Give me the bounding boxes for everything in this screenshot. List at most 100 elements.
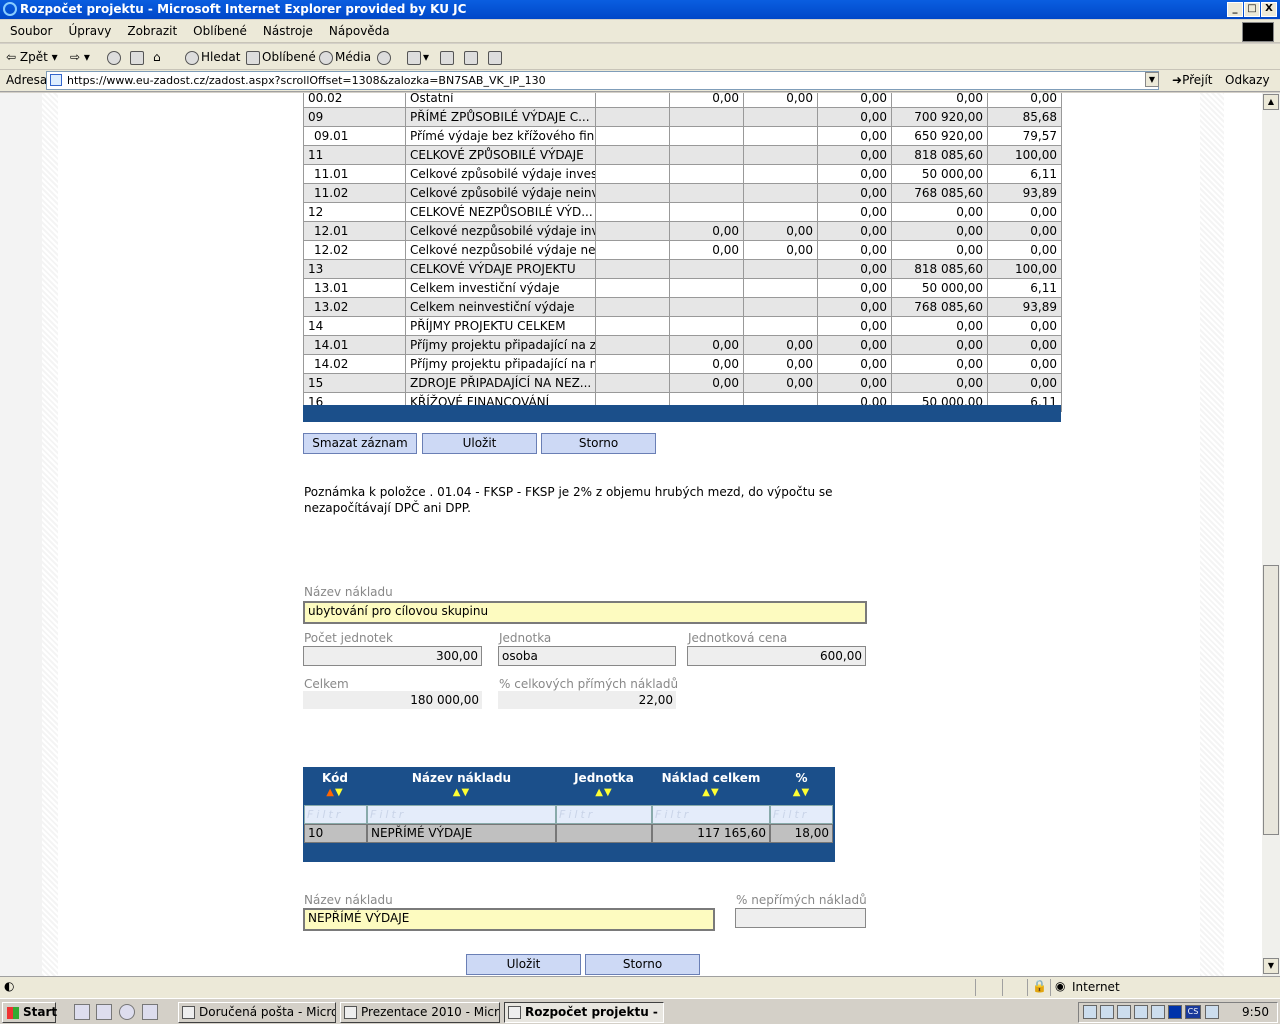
table-row[interactable]: 14.01 Příjmy projektu připadající na z...… <box>303 335 1062 355</box>
outlook-icon[interactable] <box>96 1004 112 1020</box>
table-row[interactable]: 13.02 Celkem neinvestiční výdaje 0,00 768 0… <box>303 297 1062 317</box>
maximize-button[interactable]: □ <box>1244 2 1260 17</box>
grid-header-pct[interactable]: % <box>770 771 833 785</box>
start-button[interactable]: Start <box>2 1002 57 1023</box>
mail-button[interactable]: ▾ <box>407 47 429 67</box>
grid-header-code[interactable]: Kód <box>303 771 367 785</box>
indirect-name-input[interactable]: NEPŘÍMÉ VÝDAJE <box>303 908 715 931</box>
table-row[interactable]: 11.01 Celkové způsobilé výdaje inves... 0,… <box>303 164 1062 184</box>
sort-arrows-icon[interactable]: ▲▼ <box>770 787 833 798</box>
grid-cell-total[interactable]: 117 165,60 <box>652 824 770 843</box>
favorites-button[interactable]: Oblíbené <box>246 47 316 67</box>
language-indicator[interactable]: CS <box>1185 1005 1201 1019</box>
stop-button[interactable] <box>107 47 123 67</box>
filter-pct-input[interactable]: Filtr <box>770 805 833 824</box>
delete-record-button[interactable]: Smazat záznam <box>303 433 417 454</box>
address-label: Adresa <box>6 73 48 87</box>
filter-code-input[interactable]: Filtr <box>304 805 367 824</box>
filter-total-input[interactable]: Filtr <box>652 805 770 824</box>
address-input[interactable]: https://www.eu-zadost.cz/zadost.aspx?scr… <box>46 71 1159 90</box>
grid-header-total[interactable]: Náklad celkem <box>652 771 770 785</box>
grid-cell-unit[interactable] <box>556 824 652 843</box>
tray-icon[interactable] <box>1151 1005 1165 1019</box>
menu-help[interactable]: Nápověda <box>321 20 398 43</box>
internet-explorer-icon[interactable] <box>119 1004 135 1020</box>
table-cell: 50 000,00 <box>891 278 988 298</box>
table-row[interactable]: 09 PŘÍMÉ ZPŮSOBILÉ VÝDAJE C... 0,00 700 920… <box>303 107 1062 127</box>
grid-cell-code[interactable]: 10 <box>304 824 367 843</box>
table-row[interactable]: 09.01 Přímé výdaje bez křížového fina... 0… <box>303 126 1062 146</box>
grid-header-unit[interactable]: Jednotka <box>556 771 652 785</box>
scroll-thumb[interactable] <box>1263 565 1279 835</box>
vertical-scrollbar[interactable]: ▲ ▼ <box>1262 93 1280 976</box>
go-button[interactable]: ➜Přejít <box>1172 73 1213 87</box>
table-row[interactable]: 13.01 Celkem investiční výdaje 0,00 50 000,… <box>303 278 1062 298</box>
address-dropdown-icon[interactable]: ▼ <box>1145 72 1159 87</box>
scroll-up-icon[interactable]: ▲ <box>1263 94 1279 110</box>
quick-launch-icon[interactable] <box>142 1004 158 1020</box>
menu-tools[interactable]: Nástroje <box>255 20 321 43</box>
history-button[interactable] <box>377 47 393 67</box>
menu-favorites[interactable]: Oblíbené <box>185 20 255 43</box>
table-row[interactable]: 13 CELKOVÉ VÝDAJE PROJEKTU 0,00 818 085,60 1… <box>303 259 1062 279</box>
units-count-input[interactable]: 300,00 <box>303 646 482 666</box>
table-row[interactable]: 15 ZDROJE PŘIPADAJÍCÍ NA NEZ... 0,00 0,00 0,… <box>303 373 1062 393</box>
table-cell: 0,00 <box>987 354 1062 374</box>
tray-icon[interactable] <box>1100 1005 1114 1019</box>
tray-icon[interactable] <box>1083 1005 1097 1019</box>
sort-arrows-icon[interactable]: ▲▼ <box>556 787 652 798</box>
menu-file[interactable]: Soubor <box>2 20 60 43</box>
table-row[interactable]: 14 PŘÍJMY PROJEKTU CELKEM 0,00 0,00 0,00 <box>303 316 1062 336</box>
print-button[interactable] <box>440 47 456 67</box>
task-ie-budget[interactable]: Rozpočet projektu - M... <box>504 1002 664 1023</box>
search-button[interactable]: Hledat <box>185 47 240 67</box>
filter-unit-input[interactable]: Filtr <box>556 805 652 824</box>
table-cell <box>743 278 818 298</box>
cancel-indirect-button[interactable]: Storno <box>585 954 700 975</box>
forward-button[interactable]: ⇨ ▾ <box>70 47 90 67</box>
table-row[interactable]: 11.02 Celkové způsobilé výdaje neinv... 0,… <box>303 183 1062 203</box>
cost-name-input[interactable]: ubytování pro cílovou skupinu <box>303 601 867 624</box>
home-button[interactable]: ⌂ <box>153 47 161 67</box>
units-count-label: Počet jednotek <box>304 631 393 645</box>
show-desktop-icon[interactable] <box>74 1004 90 1020</box>
table-row[interactable]: 14.02 Příjmy projektu připadající na n...… <box>303 354 1062 374</box>
table-row[interactable]: 11 CELKOVÉ ZPŮSOBILÉ VÝDAJE 0,00 818 085,60… <box>303 145 1062 165</box>
sort-arrows-icon[interactable]: ▲▼ <box>652 787 770 798</box>
table-row[interactable]: 12.02 Celkové nezpůsobilé výdaje nei... 0,… <box>303 240 1062 260</box>
indirect-pct-input[interactable] <box>735 908 866 928</box>
table-row[interactable]: 12 CELKOVÉ NEZPŮSOBILÉ VÝD... 0,00 0,00 0,00 <box>303 202 1062 222</box>
media-button[interactable]: Média <box>319 47 371 67</box>
discuss-button[interactable] <box>488 47 504 67</box>
save-button[interactable]: Uložit <box>422 433 537 454</box>
table-cell: 0,00 <box>987 373 1062 393</box>
unit-price-input[interactable]: 600,00 <box>687 646 866 666</box>
cancel-button[interactable]: Storno <box>541 433 656 454</box>
filter-name-input[interactable]: Filtr <box>367 805 556 824</box>
play-icon[interactable] <box>1168 1005 1182 1019</box>
tray-icon[interactable] <box>1134 1005 1148 1019</box>
tray-icon[interactable] <box>1205 1005 1219 1019</box>
table-cell: CELKOVÉ VÝDAJE PROJEKTU <box>405 259 596 279</box>
tray-icon[interactable] <box>1117 1005 1131 1019</box>
scroll-down-icon[interactable]: ▼ <box>1263 958 1279 974</box>
back-button[interactable]: ⇦ Zpět ▾ <box>6 47 58 67</box>
table-row[interactable]: 12.01 Celkové nezpůsobilé výdaje inv... 0,… <box>303 221 1062 241</box>
menu-view[interactable]: Zobrazit <box>119 20 185 43</box>
links-button[interactable]: Odkazy <box>1225 73 1270 87</box>
table-cell: 0,00 <box>817 240 892 260</box>
sort-arrows-icon[interactable]: ▲▼ <box>303 787 367 798</box>
refresh-button[interactable] <box>130 47 146 67</box>
edit-button[interactable] <box>464 47 480 67</box>
menu-edit[interactable]: Úpravy <box>60 20 119 43</box>
minimize-button[interactable]: _ <box>1227 2 1243 17</box>
grid-cell-pct[interactable]: 18,00 <box>770 824 833 843</box>
unit-input[interactable]: osoba <box>498 646 676 666</box>
task-word[interactable]: Prezentace 2010 - Micros... <box>340 1002 500 1023</box>
save-indirect-button[interactable]: Uložit <box>466 954 581 975</box>
sort-arrows-icon[interactable]: ▲▼ <box>367 787 556 798</box>
grid-cell-name[interactable]: NEPŘÍMÉ VÝDAJE <box>367 824 556 843</box>
task-outlook[interactable]: Doručená pošta - Microso... <box>178 1002 336 1023</box>
close-button[interactable]: X <box>1261 2 1277 17</box>
grid-header-name[interactable]: Název nákladu <box>367 771 556 785</box>
